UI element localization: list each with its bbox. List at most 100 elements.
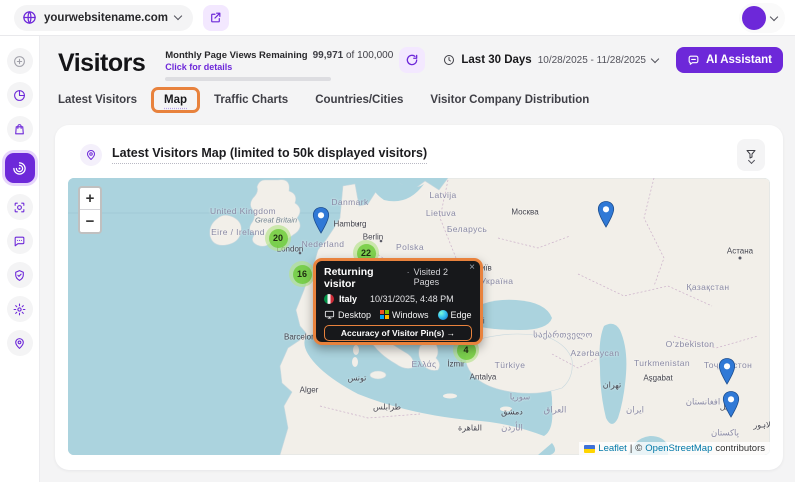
device-type: Desktop bbox=[338, 310, 371, 320]
sidebar-item-analytics[interactable] bbox=[7, 82, 33, 108]
sidebar-item-security[interactable] bbox=[7, 262, 33, 288]
map-label: Danmark bbox=[331, 197, 368, 207]
sidebar-item-new[interactable] bbox=[7, 48, 33, 74]
tab-bar: Latest VisitorsMapTraffic ChartsCountrie… bbox=[58, 94, 589, 106]
map-label: الأردن bbox=[501, 423, 523, 434]
map-zoom-control: + − bbox=[78, 186, 102, 234]
visitor-pin-marker[interactable] bbox=[719, 358, 736, 390]
map-label: Қазақстан bbox=[687, 282, 730, 292]
shield-check-icon bbox=[13, 269, 26, 282]
quota-widget: Monthly Page Views Remaining 99,971 of 1… bbox=[165, 50, 333, 81]
radar-icon bbox=[12, 161, 27, 176]
map-label: United Kingdom bbox=[210, 206, 276, 216]
map-label: Hamburg bbox=[334, 220, 367, 229]
close-icon[interactable]: × bbox=[469, 262, 475, 273]
map-label: افغانستان bbox=[686, 397, 720, 408]
zoom-out-button[interactable]: − bbox=[80, 210, 100, 232]
sidebar bbox=[0, 36, 40, 482]
visitor-cluster-marker[interactable]: 20 bbox=[265, 225, 291, 251]
map-label: საქართველო bbox=[533, 330, 592, 341]
map-label: طرابلس bbox=[373, 403, 401, 412]
date-range-picker[interactable]: Last 30 Days 10/28/2025 - 11/28/2025 bbox=[433, 47, 668, 73]
quota-details-link[interactable]: Click for details bbox=[165, 62, 333, 72]
map-label: Беларусь bbox=[447, 224, 487, 234]
tab-countries-cities[interactable]: Countries/Cities bbox=[315, 94, 403, 106]
map-label: Oʻzbekiston bbox=[666, 339, 715, 349]
website-selector[interactable]: yourwebsitename.com bbox=[14, 5, 193, 31]
map-label: Eire / Ireland bbox=[211, 227, 265, 237]
map-label: لاہور bbox=[753, 421, 770, 430]
leaflet-link[interactable]: Leaflet bbox=[598, 443, 627, 454]
visitor-pin-marker[interactable] bbox=[313, 207, 330, 239]
map-filter-button[interactable] bbox=[737, 139, 765, 171]
sidebar-item-messages[interactable] bbox=[7, 228, 33, 254]
refresh-button[interactable] bbox=[399, 47, 425, 73]
pie-chart-icon bbox=[13, 89, 26, 102]
sidebar-item-settings[interactable] bbox=[7, 296, 33, 322]
sidebar-item-visitors[interactable] bbox=[5, 153, 35, 183]
zoom-in-button[interactable]: + bbox=[80, 188, 100, 210]
gear-icon bbox=[13, 303, 26, 316]
ukraine-flag-icon bbox=[584, 445, 595, 453]
website-domain: yourwebsitename.com bbox=[44, 12, 168, 24]
date-preset: Last 30 Days bbox=[461, 54, 531, 66]
map-label: پاکستان bbox=[711, 428, 739, 439]
visitor-country: Italy bbox=[339, 294, 357, 304]
pages-visited: Visited 2 Pages bbox=[414, 267, 472, 287]
avatar bbox=[742, 6, 766, 30]
map-label: تهران bbox=[603, 381, 621, 390]
map-label: Great Britain bbox=[255, 216, 297, 225]
tab-map[interactable]: Map bbox=[151, 87, 200, 113]
edge-icon bbox=[438, 310, 448, 320]
page-title: Visitors bbox=[58, 49, 145, 78]
os-name: Windows bbox=[392, 310, 429, 320]
italy-flag-icon bbox=[324, 294, 334, 304]
ai-assistant-button[interactable]: AI Assistant bbox=[676, 47, 783, 73]
sidebar-item-tracking[interactable] bbox=[7, 194, 33, 220]
open-site-button[interactable] bbox=[203, 5, 229, 31]
circle-plus-icon bbox=[13, 55, 26, 68]
tab-traffic-charts[interactable]: Traffic Charts bbox=[214, 94, 288, 106]
card-title: Latest Visitors Map (limited to 50k disp… bbox=[112, 146, 427, 164]
top-bar: yourwebsitename.com bbox=[0, 0, 795, 36]
date-range: 10/28/2025 - 11/28/2025 bbox=[538, 55, 646, 66]
map-label: Alger bbox=[300, 386, 319, 395]
map-label: Azərbaycan bbox=[571, 348, 620, 358]
map-label: Nederland bbox=[302, 239, 345, 249]
map-pin-icon bbox=[13, 337, 26, 350]
osm-link[interactable]: OpenStreetMap bbox=[645, 443, 712, 454]
sidebar-item-geolocation[interactable] bbox=[7, 330, 33, 356]
shopping-bag-icon bbox=[13, 123, 26, 136]
visitor-pin-marker[interactable] bbox=[598, 201, 615, 233]
quota-label: Monthly Page Views Remaining bbox=[165, 50, 307, 61]
browser-name: Edge bbox=[451, 310, 472, 320]
refresh-icon bbox=[405, 53, 419, 67]
map-label: Україна bbox=[481, 276, 514, 286]
tab-visitor-company-distribution[interactable]: Visitor Company Distribution bbox=[430, 94, 589, 106]
map-label: Antalya bbox=[470, 373, 497, 382]
quota-value: 99,971 of 100,000 bbox=[313, 50, 394, 61]
visitor-pin-marker[interactable] bbox=[723, 391, 740, 423]
scan-icon bbox=[13, 201, 26, 214]
map-label: Türkiye bbox=[495, 360, 526, 370]
map-label: Астана bbox=[727, 247, 753, 256]
tab-latest-visitors[interactable]: Latest Visitors bbox=[58, 94, 137, 106]
visitor-type: Returning visitor bbox=[324, 266, 403, 290]
sidebar-item-store[interactable] bbox=[7, 116, 33, 142]
map-label: Ελλάς bbox=[411, 359, 436, 369]
windows-icon bbox=[380, 310, 389, 319]
map-label: Lietuva bbox=[426, 208, 456, 218]
globe-icon bbox=[22, 10, 37, 25]
ai-assistant-label: AI Assistant bbox=[706, 54, 772, 66]
visitors-map[interactable]: + − × Returning visitor · Visited 2 Page… bbox=[68, 178, 770, 455]
external-link-icon bbox=[209, 11, 222, 24]
quota-progress-bar bbox=[165, 77, 331, 81]
visitor-cluster-marker[interactable]: 16 bbox=[289, 261, 315, 287]
account-menu[interactable] bbox=[739, 3, 785, 33]
map-attribution: Leaflet | © OpenStreetMap contributors bbox=[579, 442, 770, 455]
map-label: ایران bbox=[626, 405, 644, 416]
clock-icon bbox=[443, 54, 455, 66]
map-label: Aşgabat bbox=[643, 374, 672, 383]
map-label: تونس bbox=[348, 374, 367, 383]
accuracy-button[interactable]: Accuracy of Visitor Pin(s) → bbox=[324, 325, 472, 341]
